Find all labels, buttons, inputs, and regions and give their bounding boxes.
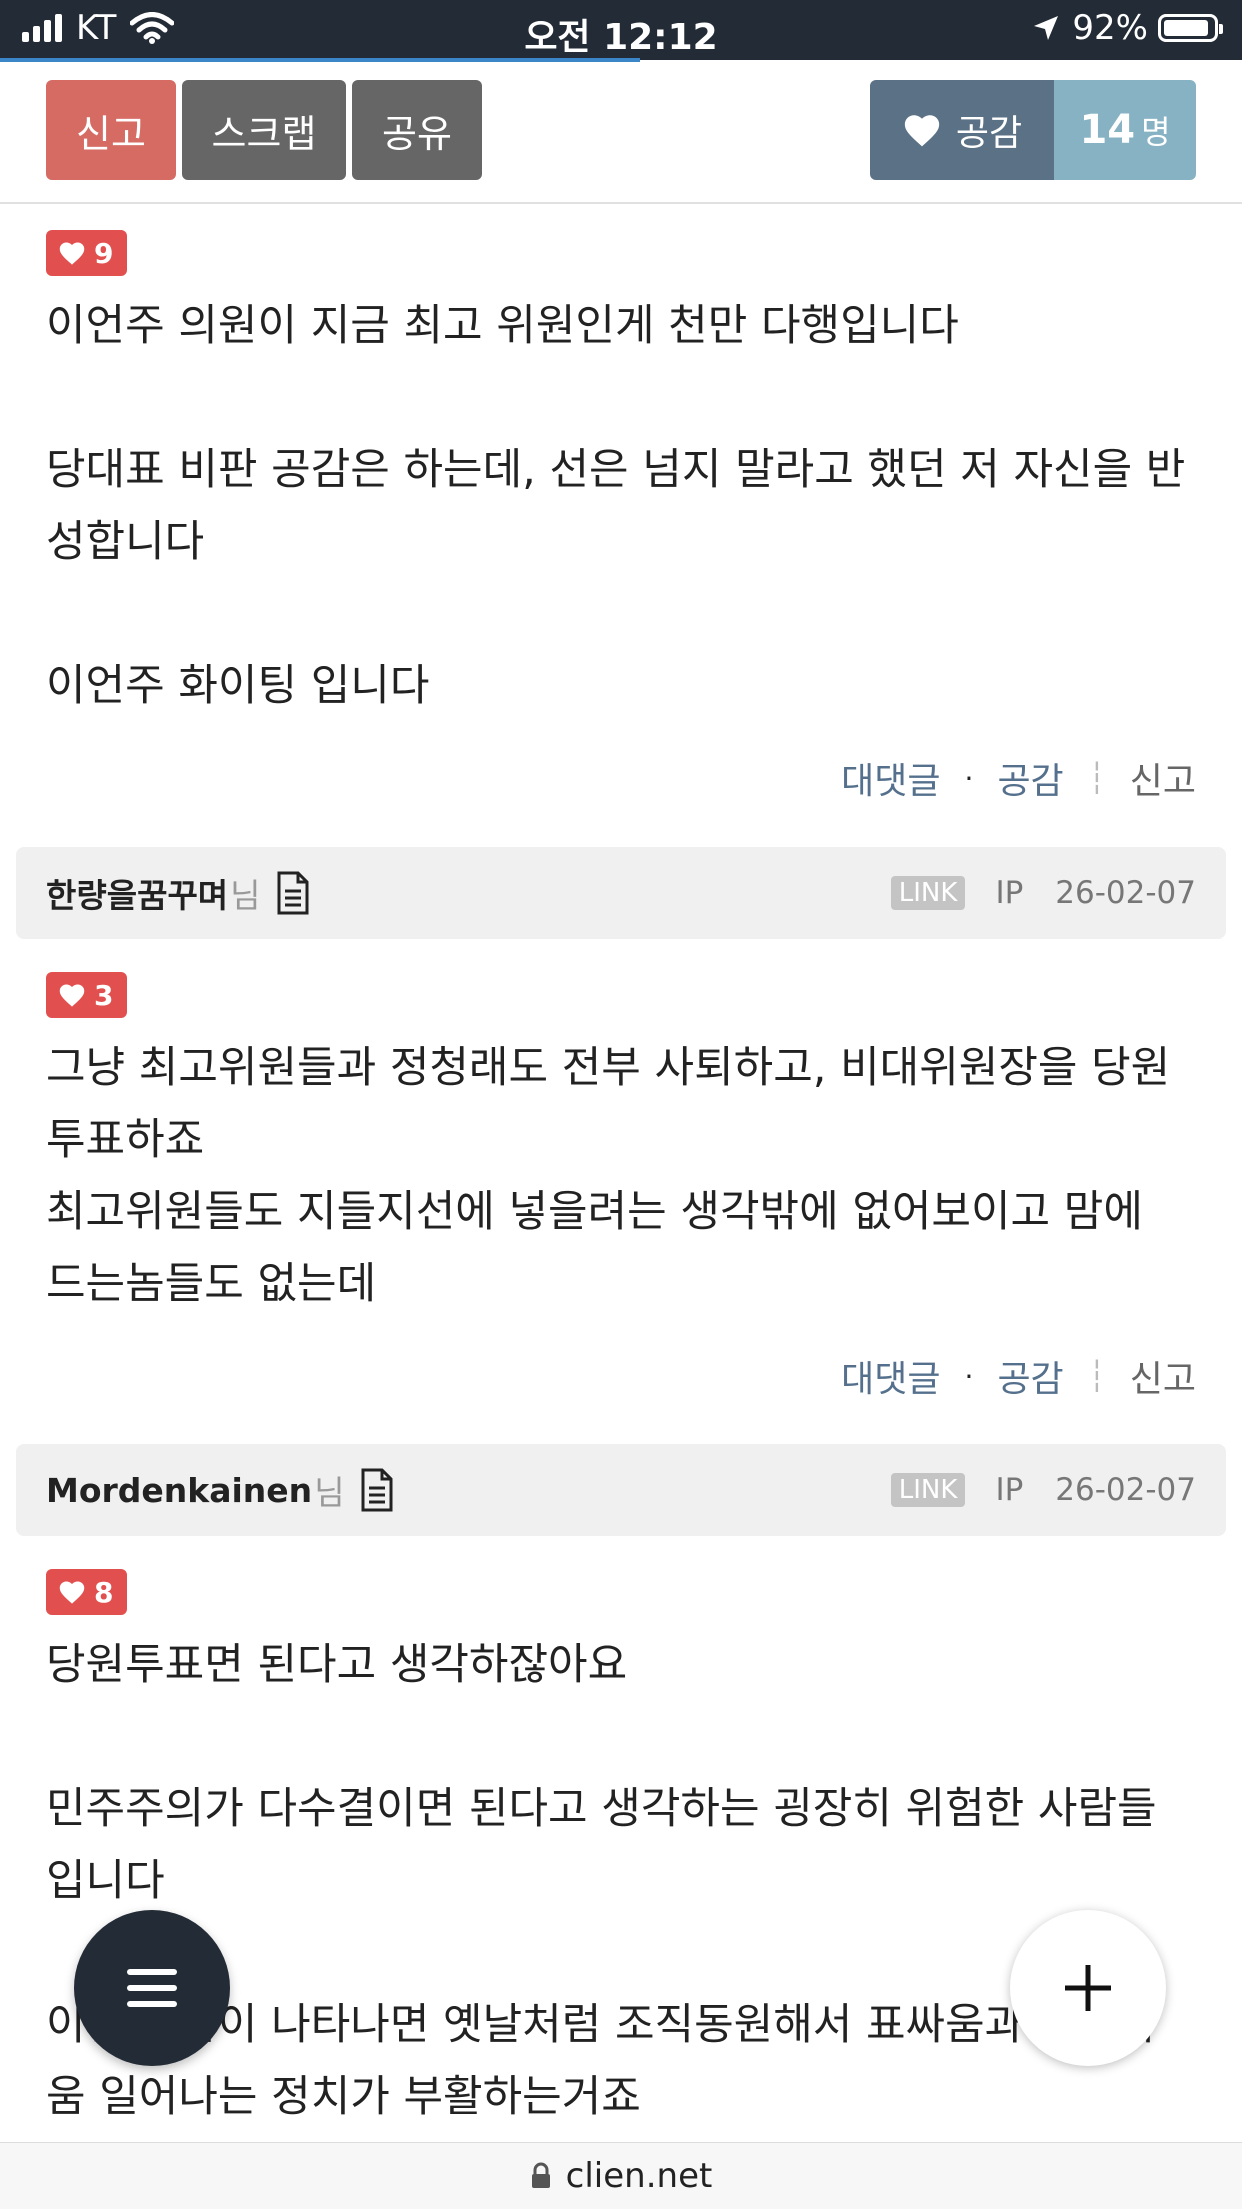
comment-text: 이언주 의원이 지금 최고 위원인게 천만 다행입니다 당대표 비판 공감은 하… (46, 301, 1186, 711)
comment-actions: 대댓글 · 공감 ┆ 신고 (841, 752, 1196, 804)
comment-like-link[interactable]: 공감 (997, 1350, 1063, 1402)
link-badge: LINK (890, 1473, 966, 1507)
battery-icon (1158, 14, 1223, 42)
status-right: 92% (1032, 8, 1223, 48)
comment-text: 당원투표면 된다고 생각하잖아요 민주주의가 다수결이면 된다고 생각하는 굉장… (46, 1640, 1157, 2122)
author-name[interactable]: 한량을꿈꾸며 (46, 869, 228, 917)
ip-label: IP (995, 875, 1024, 911)
author[interactable]: Mordenkainen 님 (46, 1444, 395, 1536)
author-meta: LINK IP 26-02-07 (890, 1444, 1196, 1536)
separator-line: ┆ (1087, 1358, 1106, 1394)
separator-dot: · (964, 761, 974, 795)
heart-icon (59, 1581, 85, 1604)
site-domain[interactable]: clien.net (566, 2156, 713, 2196)
comment-like-count: 8 (94, 1575, 114, 1609)
link-badge: LINK (890, 876, 966, 910)
ip-label: IP (995, 1472, 1024, 1508)
scrap-button[interactable]: 스크랩 (182, 80, 346, 180)
comment-author-bar: Mordenkainen 님 LINK IP 26-02-07 (16, 1444, 1226, 1536)
plus-icon (1065, 1965, 1111, 2011)
lock-icon (531, 2162, 550, 2188)
author-suffix: 님 (314, 1473, 345, 1512)
separator-line: ┆ (1087, 760, 1106, 796)
heart-icon (904, 115, 940, 147)
comment-report-link[interactable]: 신고 (1130, 752, 1196, 804)
like-label: 공감 (955, 113, 1023, 154)
comment-actions: 대댓글 · 공감 ┆ 신고 (841, 1350, 1196, 1402)
comment-like-badge: 9 (46, 230, 128, 276)
comment-text: 그냥 최고위원들과 정청래도 전부 사퇴하고, 비대위원장을 당원투표하죠 최고… (46, 1043, 1171, 1309)
heart-icon (59, 242, 85, 265)
location-arrow-icon (1034, 16, 1059, 40)
battery-percent: 92% (1072, 8, 1148, 48)
comment-like-count: 9 (94, 236, 114, 270)
share-button[interactable]: 공유 (352, 80, 482, 180)
reply-link[interactable]: 대댓글 (841, 1350, 940, 1402)
author-suffix: 님 (230, 876, 261, 915)
comment-body: 3 그냥 최고위원들과 정청래도 전부 사퇴하고, 비대위원장을 당원투표하죠 … (46, 972, 1196, 1320)
like-label-area[interactable]: 공감 (870, 80, 1054, 180)
hamburger-icon-line (127, 1969, 177, 1975)
document-icon[interactable] (359, 1468, 395, 1512)
post-action-bar: 신고 스크랩 공유 공감 14 명 (0, 62, 1242, 204)
like-button[interactable]: 공감 14 명 (870, 80, 1196, 180)
reply-link[interactable]: 대댓글 (841, 752, 940, 804)
comment-like-badge: 8 (46, 1569, 128, 1615)
comment-date: 26-02-07 (1055, 1472, 1196, 1508)
comment-body: 8 당원투표면 된다고 생각하잖아요 민주주의가 다수결이면 된다고 생각하는 … (46, 1569, 1196, 2133)
comment-date: 26-02-07 (1055, 875, 1196, 911)
author-meta: LINK IP 26-02-07 (890, 847, 1196, 939)
menu-button[interactable] (74, 1910, 230, 2066)
comment-body: 9 이언주 의원이 지금 최고 위원인게 천만 다행입니다 당대표 비판 공감은… (46, 230, 1196, 722)
author-name[interactable]: Mordenkainen (46, 1471, 312, 1510)
like-count-area: 14 명 (1054, 80, 1196, 180)
heart-icon (59, 984, 85, 1007)
comment-author-bar: 한량을꿈꾸며 님 LINK IP 26-02-07 (16, 847, 1226, 939)
status-bar: KT 오전 12:12 92% (0, 0, 1242, 60)
comment-report-link[interactable]: 신고 (1130, 1350, 1196, 1402)
separator-dot: · (964, 1359, 974, 1393)
author[interactable]: 한량을꿈꾸며 님 (46, 847, 311, 939)
hamburger-icon-line (127, 1985, 177, 1991)
like-count: 14 (1079, 107, 1136, 153)
comment-like-count: 3 (94, 978, 114, 1012)
comment-like-badge: 3 (46, 972, 128, 1018)
hamburger-icon-line (127, 2001, 177, 2007)
report-button[interactable]: 신고 (46, 80, 176, 180)
like-unit: 명 (1141, 113, 1171, 151)
address-bar[interactable]: clien.net (0, 2142, 1242, 2209)
write-comment-button[interactable] (1010, 1910, 1166, 2066)
comment-like-link[interactable]: 공감 (997, 752, 1063, 804)
document-icon[interactable] (275, 871, 311, 915)
